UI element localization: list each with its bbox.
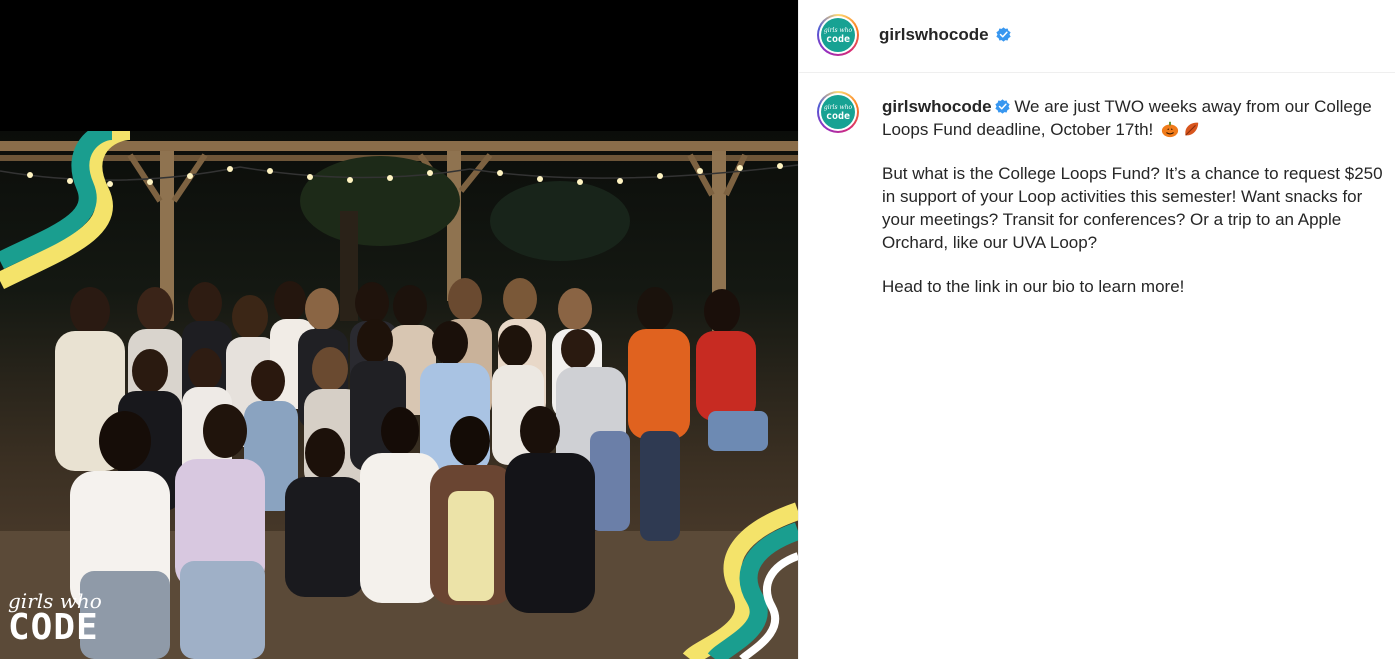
post-media[interactable]: girls who CODE [0, 0, 798, 659]
caption-text: girlswhocode We are just TWO weeks away … [882, 95, 1387, 319]
post-side-panel: girls who code girlswhocode girls who code… [799, 0, 1395, 659]
header-username[interactable]: girlswhocode [879, 25, 989, 44]
post-header: girls who code girlswhocode [799, 0, 1395, 73]
caption-username[interactable]: girlswhocode [882, 97, 992, 116]
girls-who-code-watermark: girls who CODE [8, 589, 102, 648]
leaf-icon [1185, 122, 1199, 136]
verified-badge-icon [996, 27, 1011, 42]
caption-paragraph-3: Head to the link in our bio to learn mor… [882, 277, 1185, 296]
caption-paragraph-2: But what is the College Loops Fund? It’s… [882, 164, 1383, 252]
pumpkin-icon [1161, 121, 1179, 138]
verified-badge-icon [994, 99, 1010, 114]
profile-avatar[interactable]: girls who code [817, 14, 859, 56]
group-photo-illustration [0, 131, 798, 659]
header-username-link[interactable]: girlswhocode [879, 25, 1011, 45]
post-photo: girls who CODE [0, 131, 798, 659]
caption-avatar[interactable]: girls who code [817, 91, 859, 133]
